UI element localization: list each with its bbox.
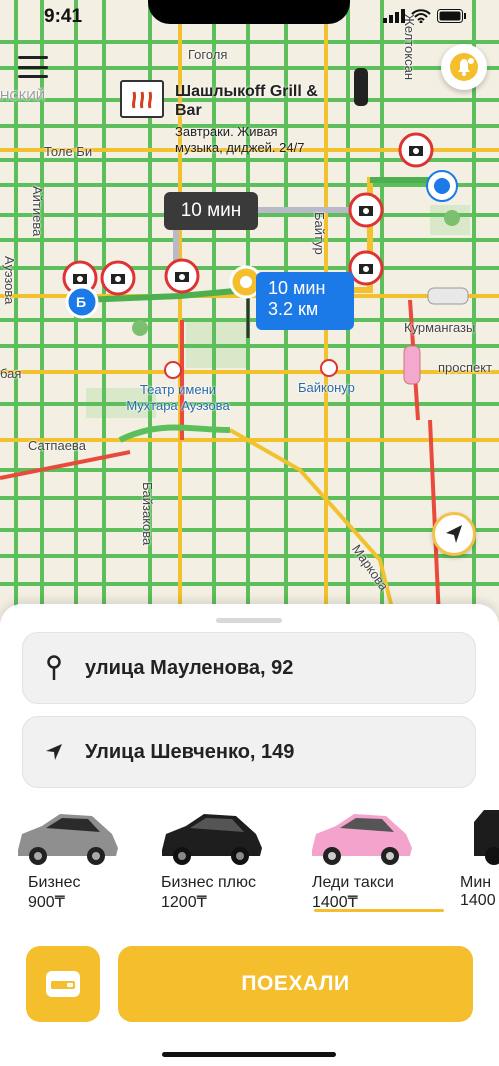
car-icon — [162, 814, 262, 865]
street-label: Ауэзова — [2, 256, 17, 305]
tariff-name: Бизнес — [28, 874, 81, 891]
street-label: Курмангазы — [404, 320, 476, 335]
tariff-minivan[interactable]: Мин 1400 — [456, 804, 499, 914]
street-label: проспект — [438, 360, 493, 375]
tariff-price: 1200₸ — [161, 894, 207, 911]
car-icon — [18, 814, 118, 865]
map-view[interactable]: Гоголя НСКИЙ Толе Би Айтиева Ауэзова Жел… — [0, 0, 499, 640]
tariff-list: Бизнес 900₸ Бизнес плюс 1200₸ Леди такси… — [0, 804, 499, 914]
navigation-arrow-icon — [46, 744, 62, 760]
payment-method-button[interactable] — [26, 946, 100, 1022]
notch — [148, 0, 350, 24]
tariff-business-plus[interactable]: Бизнес плюс 1200₸ — [156, 804, 276, 914]
notifications-button[interactable] — [441, 44, 487, 90]
tariff-lady-taxi[interactable]: Леди такси 1400₸ — [306, 804, 444, 914]
tariff-business[interactable]: Бизнес 900₸ — [12, 804, 132, 914]
navigation-arrow-icon — [446, 525, 462, 543]
sheet-handle[interactable] — [216, 618, 282, 623]
street-label: бая — [0, 366, 22, 381]
street-label: НСКИЙ — [0, 88, 46, 103]
menu-bar — [18, 65, 48, 69]
from-address-field[interactable]: улица Мауленова, 92 — [22, 632, 476, 704]
street-label: Айтиева — [30, 186, 45, 237]
status-time: 9:41 — [44, 6, 83, 27]
route-time: 10 мин — [268, 278, 326, 298]
street-label: Байзакова — [140, 482, 155, 546]
menu-button[interactable] — [18, 56, 48, 78]
card-icon — [46, 971, 80, 997]
status-bar: 9:41 — [0, 0, 499, 34]
order-sheet: улица Мауленова, 92 Улица Шевченко, 149 … — [0, 604, 499, 1066]
car-icon — [312, 814, 412, 865]
tariff-name: Бизнес плюс — [161, 874, 256, 891]
battery-icon — [437, 9, 466, 23]
to-address-field[interactable]: Улица Шевченко, 149 — [22, 716, 476, 788]
street-label: Гоголя — [188, 47, 228, 62]
to-address-text: Улица Шевченко, 149 — [85, 740, 295, 763]
street-label: Сатпаева — [28, 438, 86, 453]
alt-route-time[interactable]: 10 мин — [164, 192, 258, 230]
locate-me-button[interactable] — [432, 512, 476, 556]
location-pin-icon — [47, 655, 61, 680]
tariff-name: Мин — [460, 874, 492, 891]
selected-tariff-indicator — [314, 909, 444, 912]
street-label: Байтур — [312, 212, 327, 255]
theatre-label: Театр имени Мухтара Ауэзова — [126, 382, 230, 413]
metro-station-label: Байконур — [298, 380, 355, 395]
order-button[interactable]: ПОЕХАЛИ — [118, 946, 473, 1022]
bell-icon — [450, 53, 478, 81]
wifi-icon — [411, 9, 431, 23]
poi-description: Завтраки. Живая музыка, диджей. 24/7 — [175, 124, 305, 155]
route-info[interactable]: 10 мин 3.2 км — [256, 272, 354, 330]
route-distance: 3.2 км — [268, 299, 319, 319]
street-label: Толе Би — [44, 144, 93, 159]
tariff-name: Леди такси — [312, 874, 394, 891]
tariff-price: 900₸ — [28, 894, 65, 911]
from-address-text: улица Мауленова, 92 — [85, 656, 294, 679]
signal-icon — [383, 9, 405, 23]
menu-bar — [18, 56, 48, 59]
car-icon — [474, 810, 499, 865]
point-b-label: Б — [76, 294, 87, 310]
poi-title[interactable]: Шашлыкоff Grill & Bar — [175, 82, 335, 120]
status-icons — [383, 9, 467, 23]
home-indicator — [162, 1052, 336, 1057]
tariff-price: 1400 — [460, 892, 496, 909]
restaurant-icon[interactable] — [120, 80, 164, 118]
menu-bar — [18, 75, 48, 78]
